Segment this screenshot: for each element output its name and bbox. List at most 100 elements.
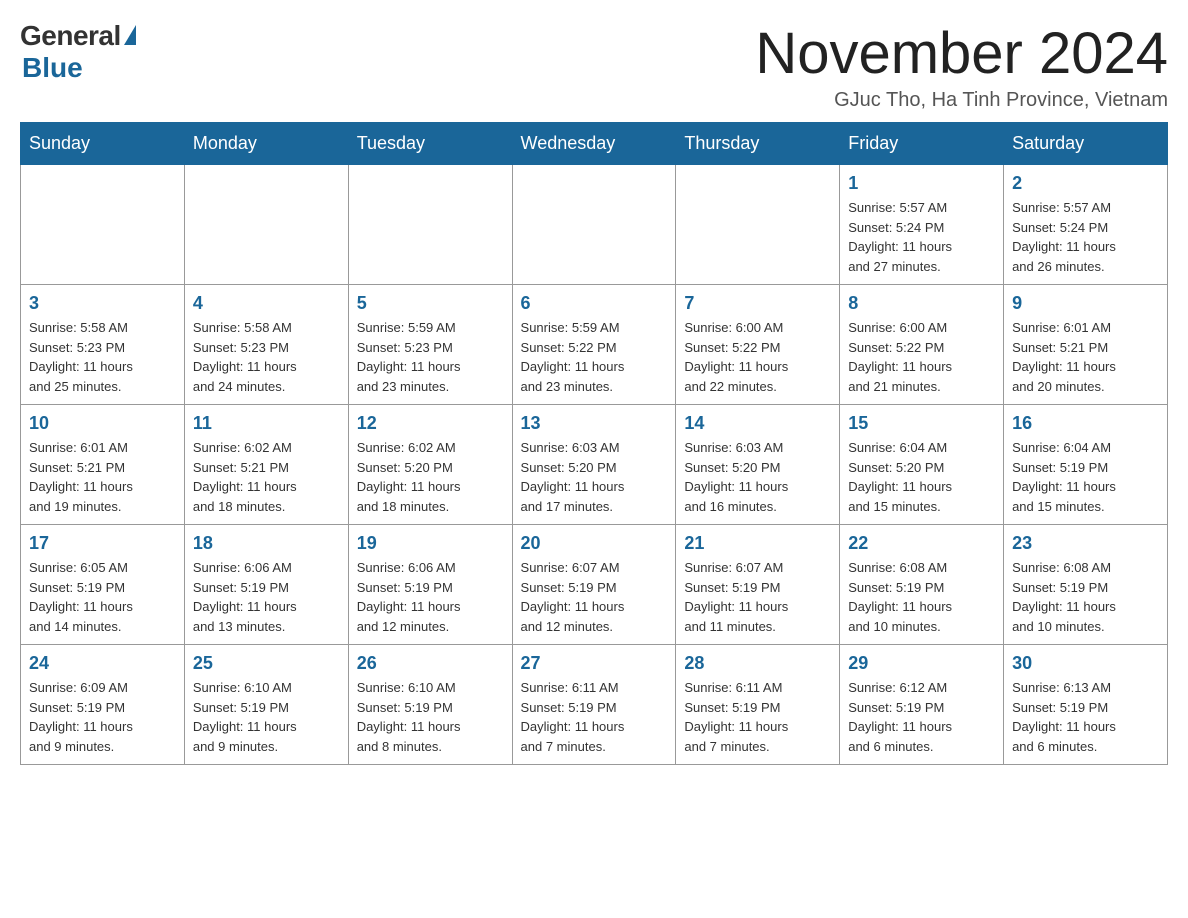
calendar-cell: 18 Sunrise: 6:06 AMSunset: 5:19 PMDayligh… <box>184 525 348 645</box>
calendar-cell <box>676 165 840 285</box>
day-info: Sunrise: 5:57 AMSunset: 5:24 PMDaylight:… <box>1012 198 1159 276</box>
day-info: Sunrise: 6:02 AMSunset: 5:20 PMDaylight:… <box>357 438 504 516</box>
calendar-cell: 15Sunrise: 6:04 AMSunset: 5:20 PMDayligh… <box>840 405 1004 525</box>
day-number: 26 <box>357 653 504 674</box>
day-info: Sunrise: 6:11 AMSunset: 5:19 PMDaylight:… <box>684 678 831 756</box>
day-info: Sunrise: 6:07 AMSunset: 5:19 PMDaylight:… <box>521 558 668 636</box>
day-number: 15 <box>848 413 995 434</box>
calendar-cell: 6 Sunrise: 5:59 AMSunset: 5:22 PMDaylight… <box>512 285 676 405</box>
day-info: Sunrise: 6:11 AMSunset: 5:19 PMDaylight:… <box>521 678 668 756</box>
day-number: 24 <box>29 653 176 674</box>
calendar-cell: 17Sunrise: 6:05 AMSunset: 5:19 PMDayligh… <box>21 525 185 645</box>
month-title: November 2024 <box>755 20 1168 87</box>
day-info: Sunrise: 5:58 AMSunset: 5:23 PMDaylight:… <box>193 318 340 396</box>
calendar-cell: 14 Sunrise: 6:03 AMSunset: 5:20 PMDayligh… <box>676 405 840 525</box>
calendar-cell <box>512 165 676 285</box>
day-info: Sunrise: 6:04 AMSunset: 5:19 PMDaylight:… <box>1012 438 1159 516</box>
day-info: Sunrise: 6:06 AMSunset: 5:19 PMDaylight:… <box>193 558 340 636</box>
day-info: Sunrise: 6:13 AMSunset: 5:19 PMDaylight:… <box>1012 678 1159 756</box>
calendar-cell: 3Sunrise: 5:58 AMSunset: 5:23 PMDaylight… <box>21 285 185 405</box>
weekday-header-monday: Monday <box>184 123 348 165</box>
day-info: Sunrise: 5:58 AMSunset: 5:23 PMDaylight:… <box>29 318 176 396</box>
calendar-cell: 29Sunrise: 6:12 AMSunset: 5:19 PMDayligh… <box>840 645 1004 765</box>
calendar-cell: 11 Sunrise: 6:02 AMSunset: 5:21 PMDayligh… <box>184 405 348 525</box>
calendar-week-row: 1 Sunrise: 5:57 AMSunset: 5:24 PMDaylight… <box>21 165 1168 285</box>
calendar-cell <box>348 165 512 285</box>
day-info: Sunrise: 6:07 AMSunset: 5:19 PMDaylight:… <box>684 558 831 636</box>
day-info: Sunrise: 6:01 AMSunset: 5:21 PMDaylight:… <box>29 438 176 516</box>
calendar-cell: 16 Sunrise: 6:04 AMSunset: 5:19 PMDayligh… <box>1004 405 1168 525</box>
day-info: Sunrise: 5:59 AMSunset: 5:23 PMDaylight:… <box>357 318 504 396</box>
calendar-cell: 4 Sunrise: 5:58 AMSunset: 5:23 PMDaylight… <box>184 285 348 405</box>
calendar-cell: 21 Sunrise: 6:07 AMSunset: 5:19 PMDayligh… <box>676 525 840 645</box>
day-info: Sunrise: 6:03 AMSunset: 5:20 PMDaylight:… <box>521 438 668 516</box>
logo-general-text: General <box>20 20 121 52</box>
weekday-header-tuesday: Tuesday <box>348 123 512 165</box>
weekday-header-row: SundayMondayTuesdayWednesdayThursdayFrid… <box>21 123 1168 165</box>
calendar-week-row: 17Sunrise: 6:05 AMSunset: 5:19 PMDayligh… <box>21 525 1168 645</box>
calendar-cell: 8Sunrise: 6:00 AMSunset: 5:22 PMDaylight… <box>840 285 1004 405</box>
weekday-header-wednesday: Wednesday <box>512 123 676 165</box>
calendar-cell: 5Sunrise: 5:59 AMSunset: 5:23 PMDaylight… <box>348 285 512 405</box>
calendar-cell: 7 Sunrise: 6:00 AMSunset: 5:22 PMDaylight… <box>676 285 840 405</box>
calendar-cell: 22Sunrise: 6:08 AMSunset: 5:19 PMDayligh… <box>840 525 1004 645</box>
calendar-cell: 28 Sunrise: 6:11 AMSunset: 5:19 PMDayligh… <box>676 645 840 765</box>
day-number: 16 <box>1012 413 1159 434</box>
calendar-cell: 26 Sunrise: 6:10 AMSunset: 5:19 PMDayligh… <box>348 645 512 765</box>
day-number: 29 <box>848 653 995 674</box>
day-info: Sunrise: 6:05 AMSunset: 5:19 PMDaylight:… <box>29 558 176 636</box>
day-number: 2 <box>1012 173 1159 194</box>
calendar-cell: 25Sunrise: 6:10 AMSunset: 5:19 PMDayligh… <box>184 645 348 765</box>
calendar-cell: 2 Sunrise: 5:57 AMSunset: 5:24 PMDaylight… <box>1004 165 1168 285</box>
day-info: Sunrise: 6:10 AMSunset: 5:19 PMDaylight:… <box>357 678 504 756</box>
calendar-cell: 1 Sunrise: 5:57 AMSunset: 5:24 PMDaylight… <box>840 165 1004 285</box>
calendar-cell: 9Sunrise: 6:01 AMSunset: 5:21 PMDaylight… <box>1004 285 1168 405</box>
day-number: 11 <box>193 413 340 434</box>
logo: General Blue <box>20 20 136 84</box>
calendar: SundayMondayTuesdayWednesdayThursdayFrid… <box>20 122 1168 765</box>
logo-text: General <box>20 20 136 52</box>
location: GJuc Tho, Ha Tinh Province, Vietnam <box>755 89 1168 112</box>
day-number: 28 <box>684 653 831 674</box>
calendar-cell: 23 Sunrise: 6:08 AMSunset: 5:19 PMDayligh… <box>1004 525 1168 645</box>
calendar-cell: 30 Sunrise: 6:13 AMSunset: 5:19 PMDayligh… <box>1004 645 1168 765</box>
day-info: Sunrise: 6:09 AMSunset: 5:19 PMDaylight:… <box>29 678 176 756</box>
day-info: Sunrise: 5:57 AMSunset: 5:24 PMDaylight:… <box>848 198 995 276</box>
day-number: 8 <box>848 293 995 314</box>
day-number: 23 <box>1012 533 1159 554</box>
weekday-header-friday: Friday <box>840 123 1004 165</box>
day-number: 13 <box>521 413 668 434</box>
calendar-cell: 19Sunrise: 6:06 AMSunset: 5:19 PMDayligh… <box>348 525 512 645</box>
day-info: Sunrise: 6:01 AMSunset: 5:21 PMDaylight:… <box>1012 318 1159 396</box>
day-number: 4 <box>193 293 340 314</box>
day-number: 10 <box>29 413 176 434</box>
weekday-header-saturday: Saturday <box>1004 123 1168 165</box>
day-number: 27 <box>521 653 668 674</box>
day-number: 21 <box>684 533 831 554</box>
logo-blue-text: Blue <box>22 52 83 84</box>
day-number: 6 <box>521 293 668 314</box>
calendar-cell: 10 Sunrise: 6:01 AMSunset: 5:21 PMDayligh… <box>21 405 185 525</box>
day-info: Sunrise: 6:03 AMSunset: 5:20 PMDaylight:… <box>684 438 831 516</box>
day-info: Sunrise: 6:00 AMSunset: 5:22 PMDaylight:… <box>684 318 831 396</box>
day-info: Sunrise: 6:02 AMSunset: 5:21 PMDaylight:… <box>193 438 340 516</box>
weekday-header-sunday: Sunday <box>21 123 185 165</box>
title-section: November 2024 GJuc Tho, Ha Tinh Province… <box>755 20 1168 112</box>
day-number: 14 <box>684 413 831 434</box>
calendar-cell: 13 Sunrise: 6:03 AMSunset: 5:20 PMDayligh… <box>512 405 676 525</box>
day-number: 18 <box>193 533 340 554</box>
calendar-cell: 27 Sunrise: 6:11 AMSunset: 5:19 PMDayligh… <box>512 645 676 765</box>
page-header: General Blue November 2024 GJuc Tho, Ha … <box>20 20 1168 112</box>
day-number: 19 <box>357 533 504 554</box>
day-info: Sunrise: 6:08 AMSunset: 5:19 PMDaylight:… <box>1012 558 1159 636</box>
day-info: Sunrise: 6:08 AMSunset: 5:19 PMDaylight:… <box>848 558 995 636</box>
day-info: Sunrise: 5:59 AMSunset: 5:22 PMDaylight:… <box>521 318 668 396</box>
day-number: 30 <box>1012 653 1159 674</box>
weekday-header-thursday: Thursday <box>676 123 840 165</box>
day-number: 1 <box>848 173 995 194</box>
calendar-week-row: 24 Sunrise: 6:09 AMSunset: 5:19 PMDayligh… <box>21 645 1168 765</box>
calendar-cell: 24 Sunrise: 6:09 AMSunset: 5:19 PMDayligh… <box>21 645 185 765</box>
calendar-cell <box>184 165 348 285</box>
day-number: 7 <box>684 293 831 314</box>
calendar-header: SundayMondayTuesdayWednesdayThursdayFrid… <box>21 123 1168 165</box>
